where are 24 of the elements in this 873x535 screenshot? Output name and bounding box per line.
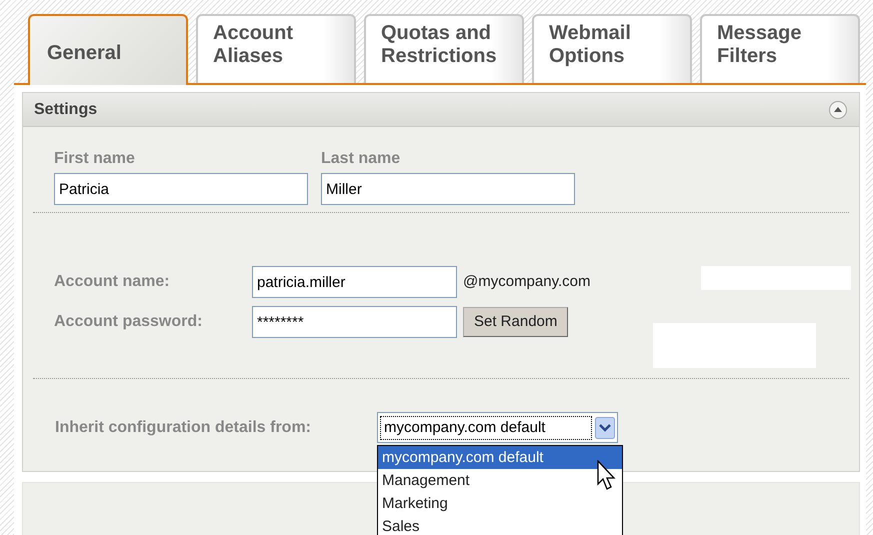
tab[interactable]: Account Aliases [196, 14, 356, 83]
tab[interactable]: General [28, 14, 188, 85]
field-label: Inherit configuration details from: [55, 418, 312, 438]
text-field[interactable]: Patricia [54, 173, 308, 205]
inherit-dropdown[interactable]: mycompany.com default [377, 412, 618, 443]
section-title: Settings [34, 100, 98, 120]
dropdown-option[interactable]: Marketing [378, 492, 622, 515]
tab[interactable]: Message Filters [700, 14, 860, 83]
field-label: First name [54, 149, 135, 169]
password-field[interactable]: ******** [252, 306, 457, 338]
domain-text: @mycompany.com [463, 272, 590, 292]
collapse-icon[interactable] [828, 100, 848, 120]
text-field[interactable]: Miller [321, 173, 575, 205]
dropdown-option[interactable]: mycompany.com default [378, 446, 622, 469]
tab[interactable]: Quotas and Restrictions [364, 14, 524, 83]
dropdown-option[interactable]: Sales [378, 515, 622, 535]
tab[interactable]: Webmail Options [532, 14, 692, 83]
field-label: Last name [321, 149, 400, 169]
dropdown-option[interactable]: Management [378, 469, 622, 492]
field-label: Account name: [54, 272, 170, 292]
set-random-button[interactable]: Set Random [463, 307, 568, 337]
account-name-field[interactable]: patricia.miller [252, 266, 457, 298]
mouse-pointer-icon [597, 460, 617, 492]
field-label: Account password: [54, 312, 202, 332]
